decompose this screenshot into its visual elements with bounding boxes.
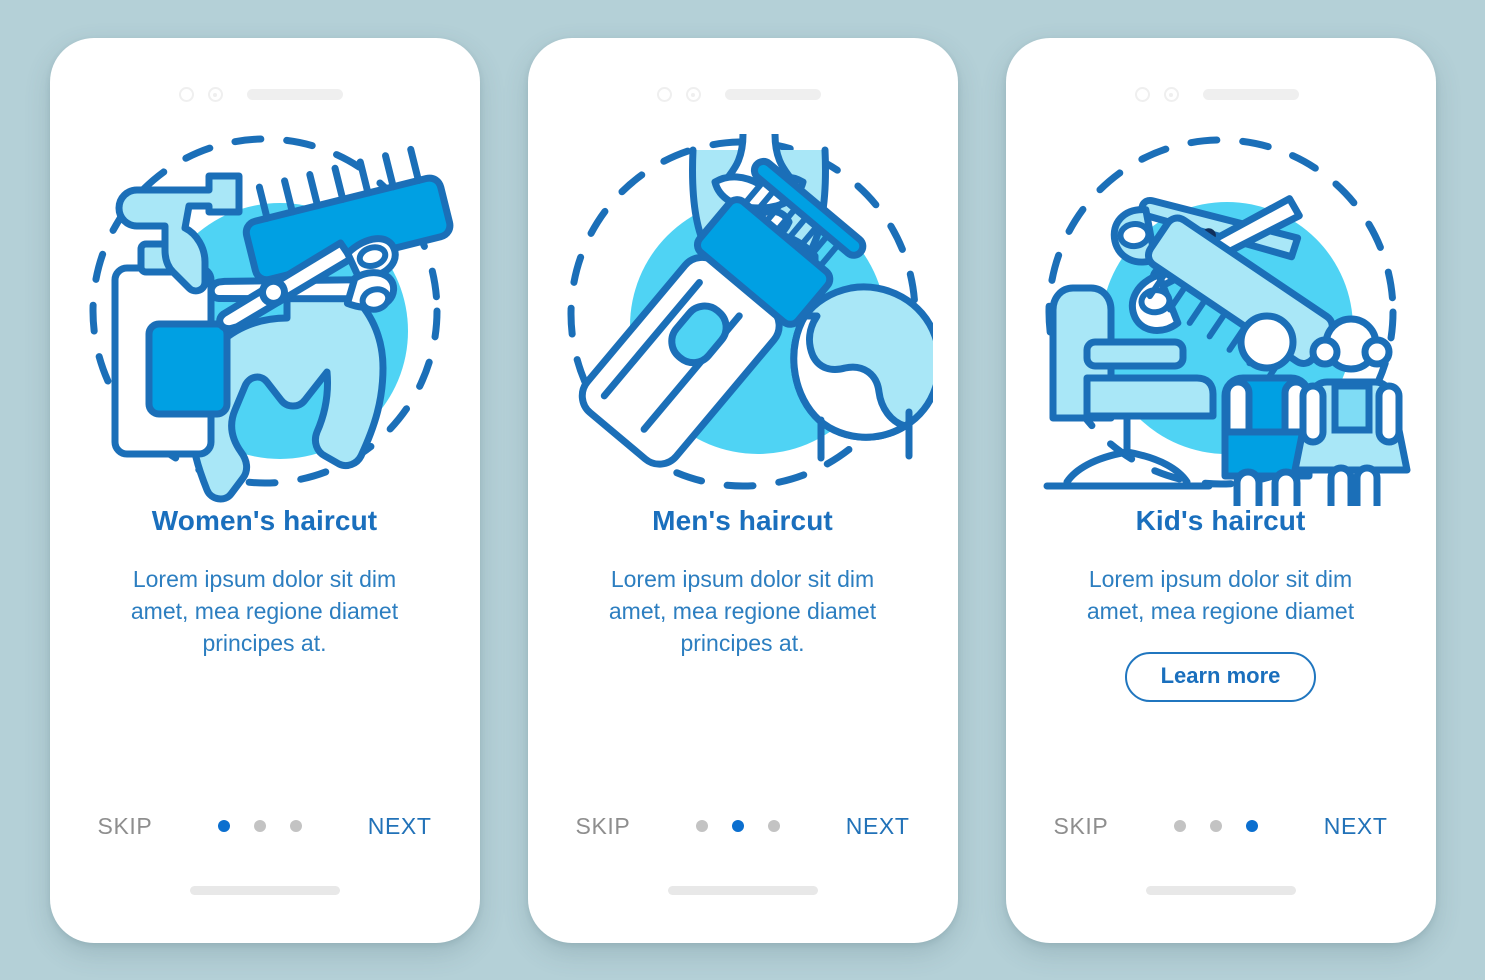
phone-mockup-mens-haircut: Men's haircut Lorem ipsum dolor sit dim … [527, 37, 958, 943]
screen-description: Lorem ipsum dolor sit dim amet, mea regi… [130, 566, 399, 656]
pagination-dot-1[interactable] [1174, 820, 1187, 832]
screen-description: Lorem ipsum dolor sit dim amet, mea regi… [1086, 566, 1355, 625]
phone-status-notch [656, 86, 821, 104]
screen-description: Lorem ipsum dolor sit dim amet, mea regi… [608, 566, 877, 656]
pagination-dot-3[interactable] [290, 820, 303, 832]
onboarding-nav-row: SKIP NEXT [64, 813, 466, 840]
pagination-dot-2[interactable] [254, 820, 267, 832]
onboarding-nav-row: SKIP NEXT [542, 813, 944, 840]
phone-mockup-womens-haircut: Women's haircut Lorem ipsum dolor sit di… [49, 37, 480, 943]
learn-more-button[interactable]: Learn more [1124, 651, 1317, 702]
screen-womens-haircut: Women's haircut Lorem ipsum dolor sit di… [63, 51, 466, 929]
screen-title: Kid's haircut [1135, 504, 1306, 536]
skip-button[interactable]: SKIP [576, 813, 631, 840]
proximity-sensor-icon [685, 87, 701, 102]
onboarding-screens-board: Women's haircut Lorem ipsum dolor sit di… [0, 0, 1485, 980]
front-camera-icon [656, 87, 672, 102]
screen-mens-haircut: Men's haircut Lorem ipsum dolor sit dim … [541, 51, 944, 929]
screen-title: Men's haircut [652, 504, 833, 536]
next-button[interactable]: NEXT [1324, 813, 1388, 840]
earpiece-speaker-icon [724, 89, 821, 100]
proximity-sensor-icon [207, 87, 223, 102]
earpiece-speaker-icon [246, 89, 343, 100]
front-camera-icon [178, 87, 194, 102]
pagination-dot-3[interactable] [768, 820, 781, 832]
front-camera-icon [1134, 87, 1150, 102]
pagination-dot-2[interactable] [732, 820, 745, 832]
pagination-dots [696, 820, 781, 832]
pagination-dots [218, 820, 303, 832]
onboarding-nav-row: SKIP NEXT [1020, 813, 1422, 840]
pagination-dot-1[interactable] [218, 820, 231, 832]
phone-mockup-kids-haircut: Kid's haircut Lorem ipsum dolor sit dim … [1005, 37, 1436, 943]
phone-status-notch [1134, 86, 1299, 104]
skip-button[interactable]: SKIP [98, 813, 153, 840]
pagination-dots [1174, 820, 1259, 832]
next-button[interactable]: NEXT [368, 813, 432, 840]
pagination-dot-1[interactable] [696, 820, 709, 832]
illustration-womens-haircut [75, 116, 455, 506]
home-indicator-bar[interactable] [1145, 885, 1296, 895]
skip-button[interactable]: SKIP [1054, 813, 1109, 840]
screen-title: Women's haircut [151, 504, 378, 536]
illustration-mens-haircut [553, 116, 933, 506]
phone-status-notch [178, 86, 343, 104]
home-indicator-bar[interactable] [667, 885, 818, 895]
home-indicator-bar[interactable] [189, 885, 340, 895]
earpiece-speaker-icon [1202, 89, 1299, 100]
illustration-kids-haircut [1031, 116, 1411, 506]
pagination-dot-2[interactable] [1210, 820, 1223, 832]
screen-kids-haircut: Kid's haircut Lorem ipsum dolor sit dim … [1019, 51, 1422, 929]
next-button[interactable]: NEXT [846, 813, 910, 840]
proximity-sensor-icon [1163, 87, 1179, 102]
pagination-dot-3[interactable] [1246, 820, 1259, 832]
